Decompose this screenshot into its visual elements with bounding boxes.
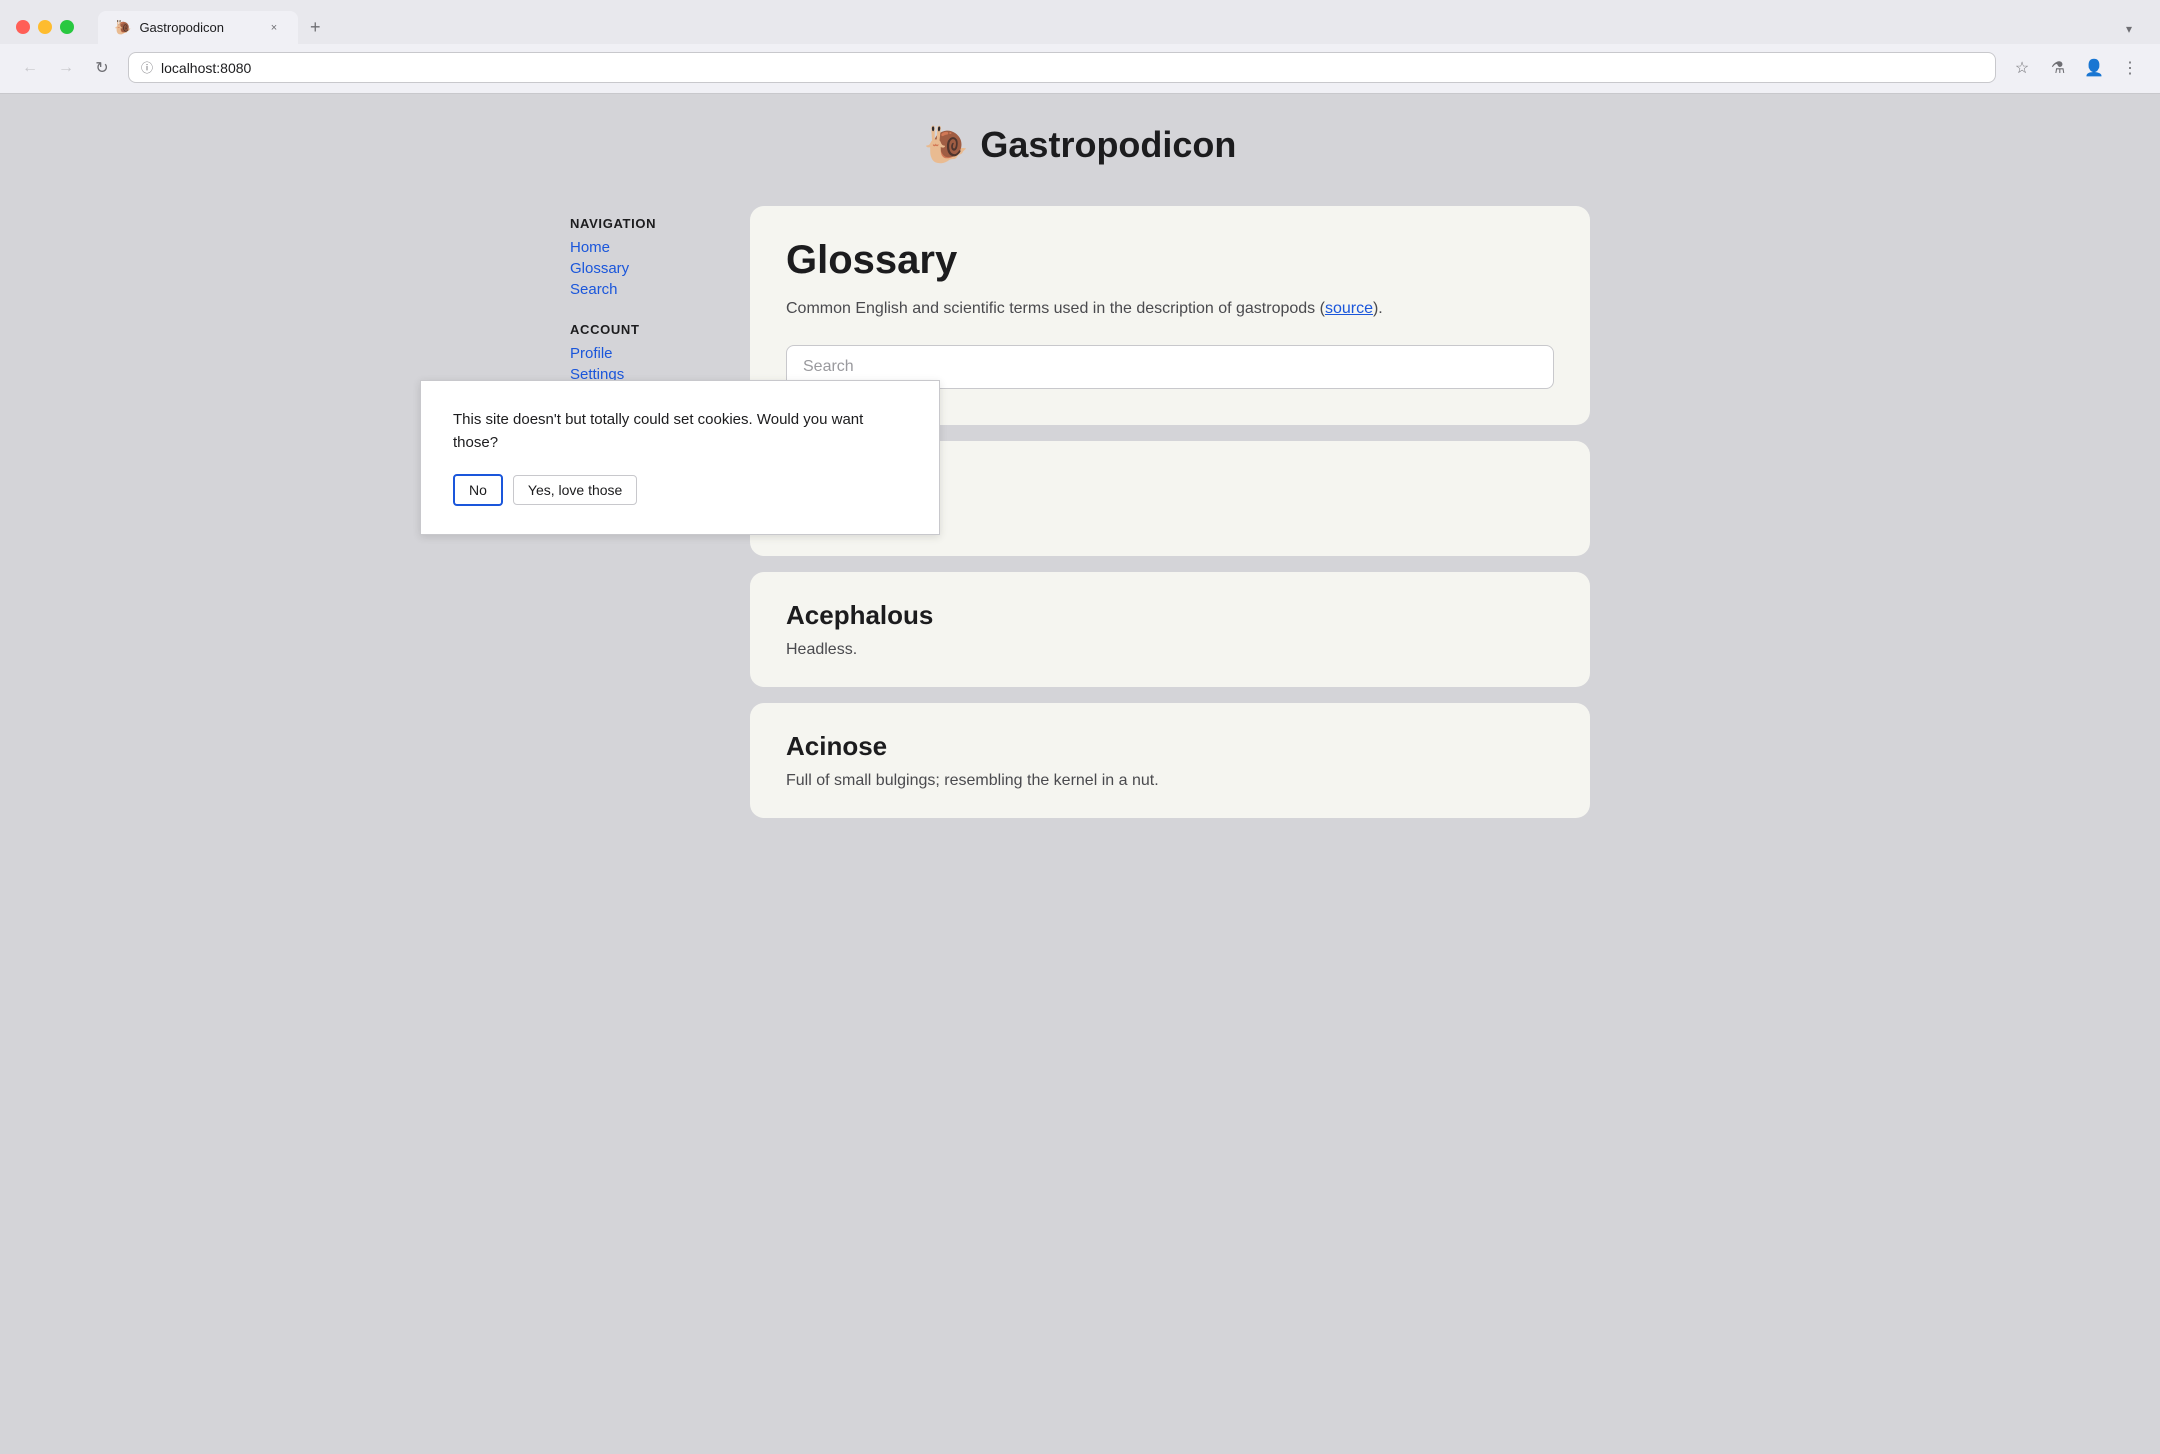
sidebar-account-heading: ACCOUNT [570, 322, 730, 337]
browser-titlebar: 🐌 Gastropodicon × + ▾ [0, 0, 2160, 44]
glossary-desc-before: Common English and scientific terms used… [786, 300, 1325, 317]
cookie-yes-button[interactable]: Yes, love those [513, 475, 637, 505]
sidebar-item-search[interactable]: Search [570, 281, 730, 298]
back-button[interactable]: ← [16, 54, 44, 82]
browser-chrome: 🐌 Gastropodicon × + ▾ ← → ↻ ⓘ ☆ ⚗ 👤 ⋮ [0, 0, 2160, 94]
tab-title-label: Gastropodicon [139, 20, 258, 35]
term-definition: Headless. [786, 641, 1554, 659]
address-bar-security-icon: ⓘ [141, 59, 153, 76]
term-name: Acephalous [786, 600, 1554, 631]
browser-toolbar: ← → ↻ ⓘ ☆ ⚗ 👤 ⋮ [0, 44, 2160, 93]
page-background: 🐌 Gastropodicon NAVIGATION Home Glossary… [0, 94, 2160, 1454]
active-tab[interactable]: 🐌 Gastropodicon × [98, 11, 298, 44]
glossary-title: Glossary [786, 238, 1554, 283]
term-definition: Full of small bulgings; resembling the k… [786, 772, 1554, 790]
menu-button[interactable]: ⋮ [2116, 54, 2144, 82]
term-name: Acinose [786, 731, 1554, 762]
term-card-acephalous: Acephalous Headless. [750, 572, 1590, 687]
sidebar-item-home[interactable]: Home [570, 239, 730, 256]
site-logo-icon: 🐌 [924, 124, 969, 166]
reload-button[interactable]: ↻ [88, 54, 116, 82]
bookmark-button[interactable]: ☆ [2008, 54, 2036, 82]
tab-dropdown-button[interactable]: ▾ [2114, 14, 2144, 44]
window-close-button[interactable] [16, 20, 30, 34]
glossary-desc-after: ). [1373, 300, 1383, 317]
cookie-dialog-buttons: No Yes, love those [453, 474, 907, 506]
nav-buttons: ← → ↻ [16, 54, 116, 82]
site-title: Gastropodicon [980, 124, 1236, 166]
sidebar-nav-heading: NAVIGATION [570, 216, 730, 231]
profile-button[interactable]: 👤 [2080, 54, 2108, 82]
new-tab-button[interactable]: + [298, 10, 333, 44]
term-card-acinose: Acinose Full of small bulgings; resembli… [750, 703, 1590, 818]
site-header: 🐌 Gastropodicon [550, 104, 1610, 176]
window-controls [16, 20, 74, 34]
tab-bar: 🐌 Gastropodicon × + ▾ [98, 10, 2144, 44]
forward-button[interactable]: → [52, 54, 80, 82]
sidebar-item-glossary[interactable]: Glossary [570, 260, 730, 277]
sidebar-account-section: ACCOUNT Profile Settings [570, 322, 730, 383]
glossary-source-link[interactable]: source [1325, 300, 1373, 317]
cookie-dialog: This site doesn't but totally could set … [420, 380, 940, 535]
sidebar-item-profile[interactable]: Profile [570, 345, 730, 362]
sidebar-nav-section: NAVIGATION Home Glossary Search [570, 216, 730, 298]
address-bar-input[interactable] [161, 60, 1983, 76]
cookie-dialog-message: This site doesn't but totally could set … [453, 409, 907, 454]
address-bar[interactable]: ⓘ [128, 52, 1996, 83]
tab-favicon-icon: 🐌 [114, 19, 131, 36]
lab-button[interactable]: ⚗ [2044, 54, 2072, 82]
window-maximize-button[interactable] [60, 20, 74, 34]
cookie-no-button[interactable]: No [453, 474, 503, 506]
tab-close-button[interactable]: × [266, 20, 282, 36]
window-minimize-button[interactable] [38, 20, 52, 34]
toolbar-actions: ☆ ⚗ 👤 ⋮ [2008, 54, 2144, 82]
glossary-description: Common English and scientific terms used… [786, 297, 1554, 321]
